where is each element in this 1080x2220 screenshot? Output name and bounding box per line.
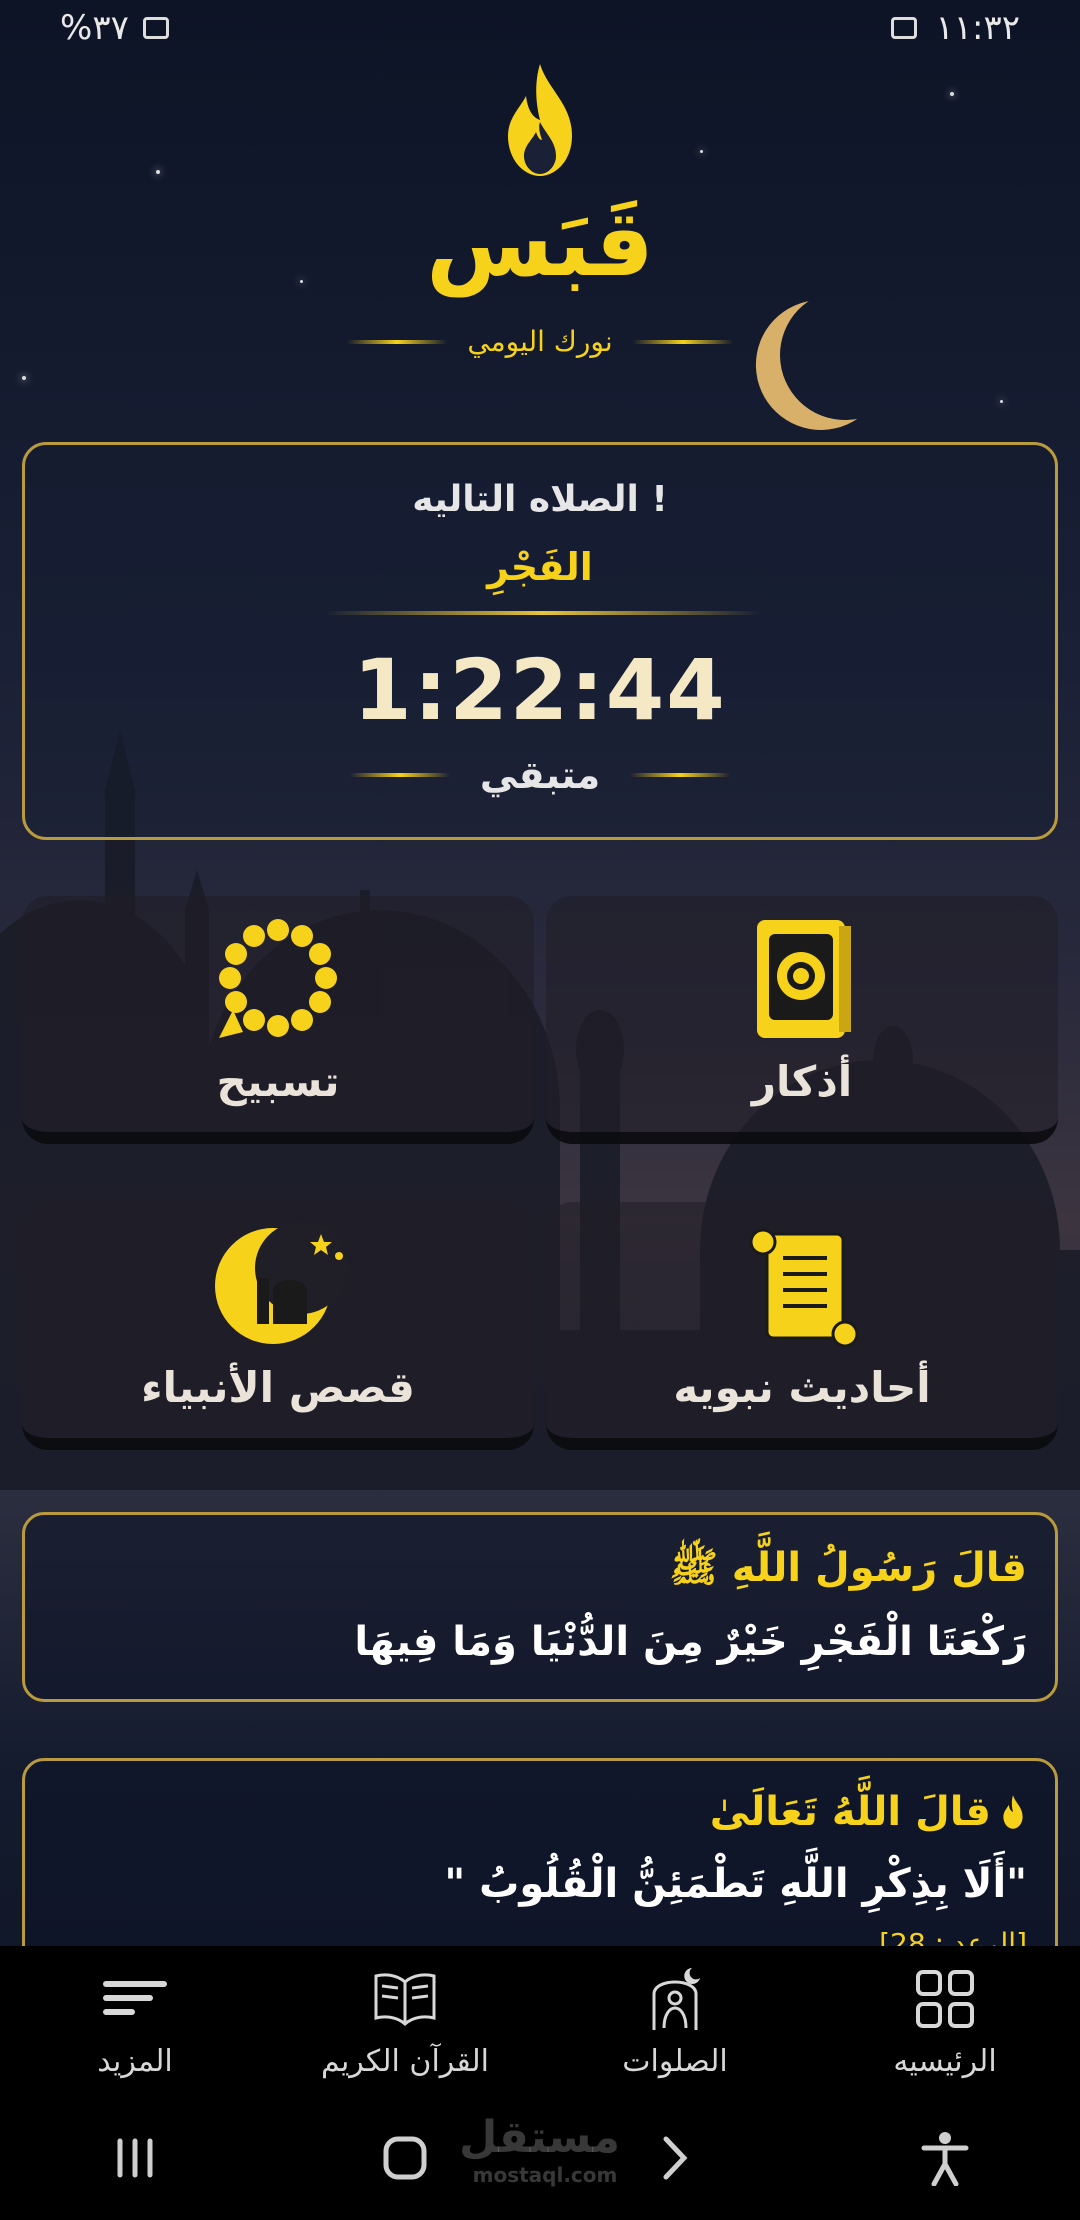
recent-apps-button[interactable] (90, 2123, 180, 2193)
app-screen: %٣٧ ١١:٣٢ قَبَس نورك اليومي ! الصلاه الت… (0, 0, 1080, 2220)
nav-label: الصلوات (622, 2043, 728, 2079)
tile-label: أحاديث نبويه (673, 1363, 931, 1412)
tile-label: قصص الأنبياء (141, 1363, 415, 1412)
divider-line (325, 611, 761, 615)
tile-label: أذكار (751, 1057, 853, 1106)
status-bar: %٣٧ ١١:٣٢ (0, 0, 1080, 56)
tile-hadith[interactable]: أحاديث نبويه (546, 1202, 1058, 1450)
remaining-label: متبقي (479, 753, 601, 797)
clock-text: ١١:٣٢ (935, 8, 1020, 48)
star-decoration (22, 376, 26, 380)
nav-quran[interactable]: القرآن الكريم (270, 1964, 540, 2079)
flame-logo-icon (508, 64, 572, 176)
tile-label: تسبيح (216, 1057, 340, 1106)
nav-label: القرآن الكريم (320, 2043, 490, 2079)
menu-lines-icon (103, 1980, 167, 2015)
quran-heading-row: قالَ اللَّهُ تَعَالَىٰ (710, 1789, 1027, 1835)
grid-icon (916, 1969, 974, 2028)
hadith-text: رَكْعَتَا الْفَجْرِ خَيْرٌ مِنَ الدُّنْي… (354, 1619, 1027, 1665)
hadith-heading: قالَ رَسُولُ اللَّهِ ﷺ (669, 1545, 1027, 1591)
decorative-line (632, 339, 733, 344)
decorative-line (630, 773, 731, 777)
accessibility-icon (921, 2132, 969, 2186)
prayer-countdown: 1:22:44 (353, 641, 727, 739)
quran-heading: قالَ اللَّهُ تَعَالَىٰ (709, 1789, 991, 1835)
prayer-name: الفَجْرِ (487, 545, 593, 589)
bottom-navigation: الرئيسيه الصلوات القرآن الكريم المزيد (0, 1946, 1080, 2096)
nav-label: المزيد (97, 2043, 173, 2079)
hadith-card[interactable]: قالَ رَسُولُ اللَّهِ ﷺ رَكْعَتَا الْفَجْ… (22, 1512, 1058, 1702)
tasbih-beads-icon (219, 919, 337, 1038)
prayer-person-icon (652, 1967, 700, 2030)
tile-prophets-stories[interactable]: قصص الأنبياء (22, 1202, 534, 1450)
nav-more[interactable]: المزيد (0, 1964, 270, 2079)
back-button[interactable] (630, 2123, 720, 2193)
decorative-line (349, 773, 450, 777)
home-square-icon (383, 2136, 427, 2180)
notification-icon (891, 17, 918, 39)
nav-prayers[interactable]: الصلوات (540, 1964, 810, 2079)
star-decoration (700, 150, 703, 153)
next-prayer-card[interactable]: ! الصلاه التاليه الفَجْرِ 1:22:44 متبقي (22, 442, 1058, 840)
decorative-line (347, 339, 448, 344)
star-decoration (156, 170, 160, 174)
next-prayer-label: ! الصلاه التاليه (412, 479, 668, 520)
crescent-mosque-icon (215, 1222, 347, 1344)
app-title: قَبَس (426, 190, 654, 297)
quran-book-icon (757, 920, 851, 1038)
recent-apps-icon (117, 2138, 153, 2178)
star-decoration (1000, 400, 1003, 403)
open-book-icon (374, 1972, 436, 2026)
nav-label: الرئيسيه (893, 2043, 997, 2079)
battery-text: %٣٧ (60, 8, 129, 48)
home-button[interactable] (360, 2123, 450, 2193)
remaining-row: متبقي (25, 753, 1055, 797)
nav-home[interactable]: الرئيسيه (810, 1964, 1080, 2079)
tagline-row: نورك اليومي (0, 325, 1080, 358)
flame-icon (1003, 1795, 1023, 1829)
tile-tasbih[interactable]: تسبيح (22, 896, 534, 1144)
system-navigation-bar (0, 2096, 1080, 2220)
star-decoration (950, 92, 954, 96)
scroll-icon (749, 1228, 859, 1348)
quran-verse-text: "أَلَا بِذِكْرِ اللَّهِ تَطْمَئِنُّ الْق… (444, 1861, 1027, 1907)
accessibility-button[interactable] (900, 2123, 990, 2193)
tagline: نورك اليومي (467, 325, 613, 358)
chevron-right-icon (663, 2136, 688, 2180)
battery-icon (142, 17, 169, 39)
tile-adhkar[interactable]: أذكار (546, 896, 1058, 1144)
